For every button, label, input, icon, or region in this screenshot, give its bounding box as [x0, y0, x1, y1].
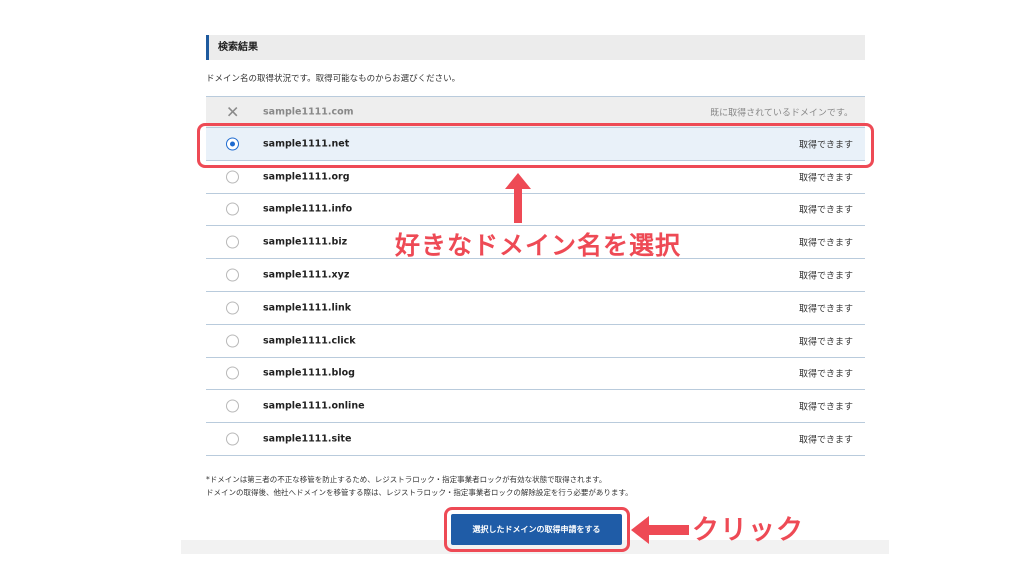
domain-status: 取得できます: [798, 369, 853, 380]
note-line-2: ドメインの取得後、他社へドメインを移管する際は、レジストラロック・指定事業者ロッ…: [206, 488, 633, 497]
search-results-header: 検索結果: [206, 35, 865, 60]
radio-unchecked-icon[interactable]: [226, 235, 239, 249]
domain-status: 取得できます: [798, 304, 853, 315]
domain-radio[interactable]: [226, 301, 239, 315]
annotation-click: クリック: [692, 515, 804, 546]
domain-row[interactable]: sample1111.link 取得できます: [206, 292, 865, 325]
domain-status: 取得できます: [798, 205, 853, 216]
domain-row[interactable]: sample1111.info 取得できます: [206, 194, 865, 227]
radio-unchecked-icon[interactable]: [226, 399, 239, 413]
domain-radio[interactable]: [226, 432, 239, 446]
radio-unchecked-icon[interactable]: [226, 170, 239, 184]
domain-radio[interactable]: [226, 334, 239, 348]
annotation-select-domain: 好きなドメイン名を選択: [395, 231, 682, 260]
domain-name: sample1111.xyz: [263, 269, 350, 281]
domain-row[interactable]: sample1111.xyz 取得できます: [206, 259, 865, 292]
domain-status: 取得できます: [798, 435, 853, 446]
radio-unchecked-icon[interactable]: [226, 366, 239, 380]
unavailable-x-icon: ✕: [226, 102, 240, 122]
arrow-left-icon: [631, 516, 689, 544]
domain-name: sample1111.org: [263, 171, 350, 183]
radio-unchecked-icon[interactable]: [226, 202, 239, 216]
radio-unchecked-icon[interactable]: [226, 301, 239, 315]
domain-status: 取得できます: [798, 271, 853, 282]
domain-status: 取得できます: [798, 238, 853, 249]
domain-radio[interactable]: [226, 202, 239, 216]
domain-name: sample1111.biz: [263, 236, 348, 248]
domain-status: 取得できます: [798, 337, 853, 348]
domain-row[interactable]: sample1111.blog 取得できます: [206, 358, 865, 391]
radio-unchecked-icon[interactable]: [226, 432, 239, 446]
results-description: ドメイン名の取得状況です。取得可能なものからお選びください。: [206, 74, 461, 84]
domain-row[interactable]: sample1111.online 取得できます: [206, 390, 865, 424]
radio-unchecked-icon[interactable]: [226, 334, 239, 348]
domain-radio[interactable]: [226, 268, 239, 282]
domain-status: 取得できます: [798, 402, 853, 413]
domain-radio[interactable]: [226, 235, 239, 249]
domain-name: sample1111.online: [263, 400, 365, 412]
apply-domain-button[interactable]: 選択したドメインの取得申請をする: [451, 514, 622, 545]
domain-name: sample1111.site: [263, 433, 352, 445]
domain-status: 取得できます: [798, 173, 853, 184]
radio-unchecked-icon[interactable]: [226, 268, 239, 282]
arrow-up-icon: [505, 173, 531, 223]
note-line-1: *ドメインは第三者の不正な移管を防止するため、レジストラロック・指定事業者ロック…: [206, 475, 607, 484]
selected-row-highlight: [197, 123, 874, 168]
domain-name: sample1111.click: [263, 335, 356, 347]
domain-radio[interactable]: [226, 170, 239, 184]
domain-row[interactable]: sample1111.click 取得できます: [206, 325, 865, 358]
domain-radio[interactable]: [226, 366, 239, 380]
notes: *ドメインは第三者の不正な移管を防止するため、レジストラロック・指定事業者ロック…: [206, 473, 633, 499]
domain-name: sample1111.info: [263, 203, 353, 215]
domain-name: sample1111.blog: [263, 367, 355, 379]
domain-status: 既に取得されているドメインです。: [710, 108, 853, 119]
x-icon: ✕: [226, 102, 240, 122]
domain-row[interactable]: sample1111.site 取得できます: [206, 423, 865, 456]
domain-name: sample1111.link: [263, 302, 352, 314]
domain-name: sample1111.com: [263, 106, 354, 118]
domain-radio[interactable]: [226, 399, 239, 413]
